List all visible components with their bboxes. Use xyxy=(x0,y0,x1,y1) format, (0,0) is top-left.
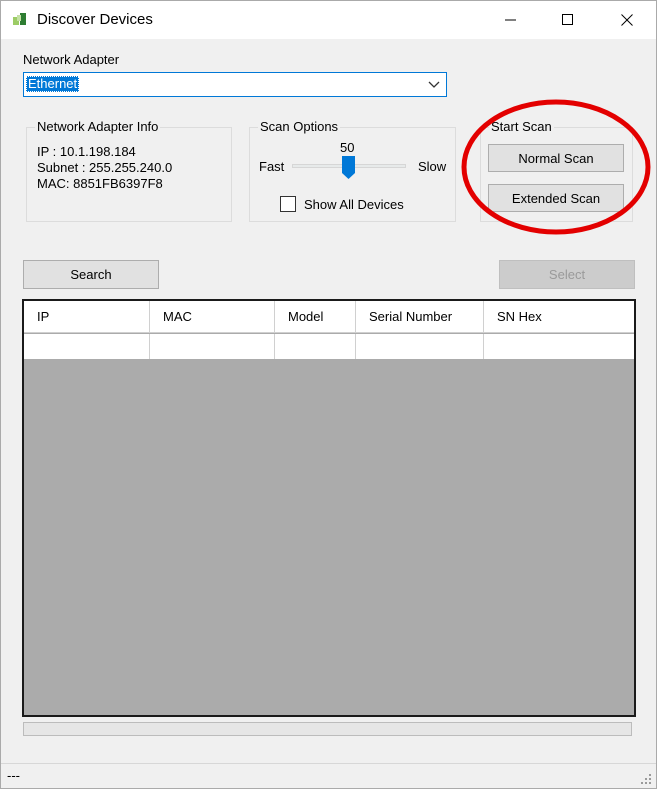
devices-table[interactable]: IP MAC Model Serial Number SN Hex xyxy=(22,299,636,717)
table-cell[interactable] xyxy=(24,334,150,359)
status-text: --- xyxy=(7,768,20,783)
search-button[interactable]: Search xyxy=(23,260,159,289)
table-row[interactable] xyxy=(24,334,634,359)
minimize-button[interactable] xyxy=(488,1,534,39)
table-cell[interactable] xyxy=(275,334,356,359)
network-adapter-info-legend: Network Adapter Info xyxy=(35,119,161,134)
title-bar: Discover Devices xyxy=(1,1,656,39)
adapter-subnet-text: Subnet : 255.255.240.0 xyxy=(37,160,173,175)
discover-devices-window: Discover Devices Network Adapter Etherne… xyxy=(0,0,657,789)
select-button[interactable]: Select xyxy=(499,260,635,289)
network-adapter-label: Network Adapter xyxy=(23,52,120,67)
network-adapter-dropdown[interactable]: Ethernet xyxy=(23,72,447,97)
adapter-mac-text: MAC: 8851FB6397F8 xyxy=(37,176,163,191)
maximize-icon xyxy=(562,14,573,25)
maximize-button[interactable] xyxy=(545,1,591,39)
app-icon xyxy=(13,13,26,25)
column-header-ip[interactable]: IP xyxy=(24,301,150,332)
network-adapter-selected-value: Ethernet xyxy=(26,76,80,92)
scan-speed-slow-label: Slow xyxy=(418,159,447,174)
network-adapter-info-group: Network Adapter Info IP : 10.1.198.184 S… xyxy=(26,119,232,222)
table-cell[interactable] xyxy=(356,334,484,359)
status-bar: --- xyxy=(1,763,656,788)
column-header-sn-hex[interactable]: SN Hex xyxy=(484,301,634,332)
resize-grip-icon[interactable] xyxy=(640,773,652,785)
window-title: Discover Devices xyxy=(37,11,153,28)
close-icon xyxy=(621,14,633,26)
highlight-circle-annotation xyxy=(461,99,651,235)
close-button[interactable] xyxy=(604,1,650,39)
column-header-mac[interactable]: MAC xyxy=(150,301,275,332)
adapter-ip-text: IP : 10.1.198.184 xyxy=(37,144,136,159)
show-all-devices-checkbox[interactable] xyxy=(280,196,296,212)
column-header-serial-number[interactable]: Serial Number xyxy=(356,301,484,332)
table-header-row: IP MAC Model Serial Number SN Hex xyxy=(24,301,634,333)
scan-speed-fast-label: Fast xyxy=(259,159,285,174)
table-cell[interactable] xyxy=(150,334,275,359)
table-cell[interactable] xyxy=(484,334,634,359)
scan-progress-bar xyxy=(23,722,632,736)
scan-speed-slider-thumb[interactable] xyxy=(341,155,356,180)
chevron-down-icon xyxy=(428,81,440,88)
scan-speed-value: 50 xyxy=(340,140,355,155)
scan-options-legend: Scan Options xyxy=(258,119,341,134)
minimize-icon xyxy=(505,19,516,21)
show-all-devices-label[interactable]: Show All Devices xyxy=(304,197,404,212)
column-header-model[interactable]: Model xyxy=(275,301,356,332)
